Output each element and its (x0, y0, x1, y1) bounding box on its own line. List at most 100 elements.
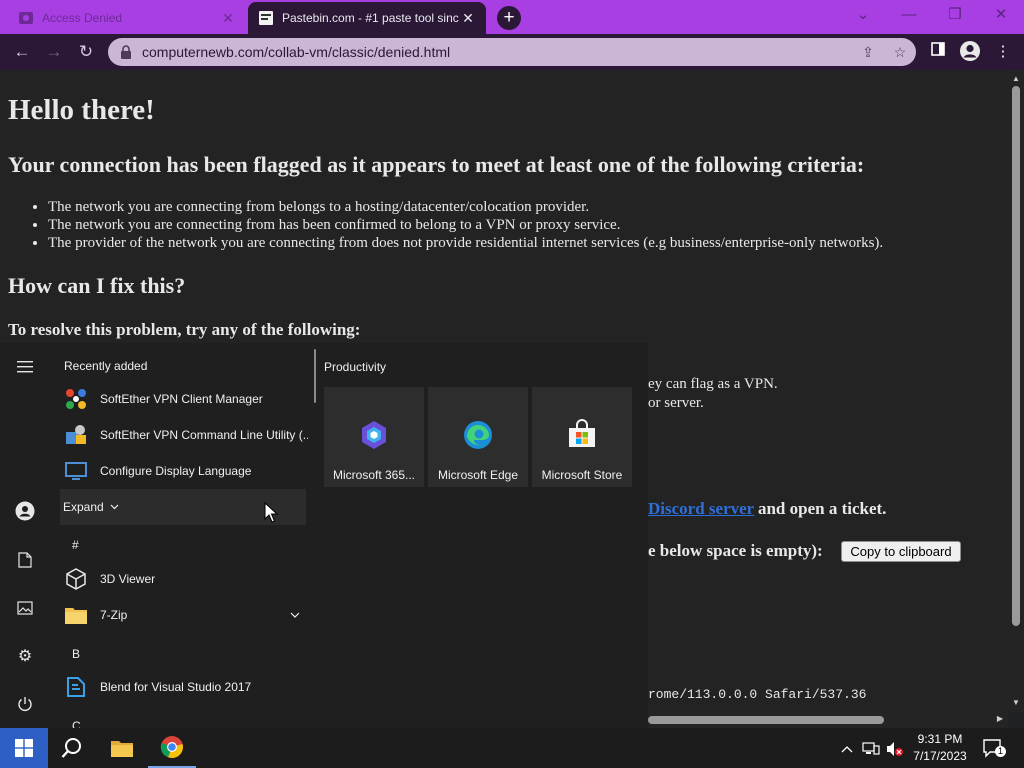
copy-to-clipboard-button[interactable]: Copy to clipboard (841, 541, 961, 562)
scroll-down-icon[interactable]: ▼ (1011, 698, 1021, 707)
tab-search-icon[interactable]: ⌄ (840, 0, 886, 32)
start-menu: ⚙ Recently added SoftEther VPN Client Ma… (0, 343, 648, 728)
tile-microsoft-365[interactable]: Microsoft 365... (324, 387, 424, 487)
app-name: 3D Viewer (100, 572, 156, 586)
minimize-button[interactable]: — (886, 0, 932, 32)
display-language-icon (64, 459, 88, 483)
user-account-icon[interactable] (13, 499, 37, 523)
microsoft-store-icon (569, 419, 595, 447)
app-list: Recently added SoftEther VPN Client Mana… (56, 343, 312, 728)
resolve-heading: To resolve this problem, try any of the … (8, 320, 361, 339)
empty-space-text: e below space is empty): (648, 541, 823, 560)
hamburger-menu-icon[interactable] (13, 355, 37, 379)
chrome-taskbar-button[interactable] (148, 728, 196, 768)
tile-label: Microsoft 365... (332, 468, 416, 482)
horizontal-scrollbar[interactable]: ▶ (648, 712, 1008, 728)
3d-viewer-icon (64, 567, 88, 591)
folder-icon (64, 603, 88, 627)
vpn-text-fragment: ey can flag as a VPN. (648, 376, 778, 392)
chevron-down-icon (110, 504, 119, 510)
file-explorer-icon (111, 741, 133, 757)
action-center-button[interactable]: 1 (982, 738, 1006, 758)
vertical-scrollbar[interactable]: ▲ ▼ (1008, 70, 1024, 712)
notification-count: 1 (995, 746, 1006, 757)
blend-icon (64, 675, 88, 699)
menu-kebab-icon[interactable]: ⋮ (991, 40, 1015, 64)
app-3d-viewer[interactable]: 3D Viewer (60, 562, 308, 596)
restore-button[interactable]: ❐ (932, 0, 978, 32)
tab-access-denied[interactable]: Access Denied ✕ (8, 2, 246, 34)
letter-header-hash[interactable]: # (72, 538, 79, 552)
share-icon[interactable]: ⇪ (852, 44, 884, 61)
system-clock[interactable]: 9:31 PM 7/17/2023 (902, 731, 978, 765)
app-name: SoftEther VPN Command Line Utility (... (100, 428, 308, 442)
tile-microsoft-store[interactable]: Microsoft Store (532, 387, 632, 487)
pastebin-favicon-icon (259, 11, 273, 25)
criteria-item: The provider of the network you are conn… (48, 234, 883, 252)
new-tab-button[interactable]: + (497, 6, 521, 30)
app-name: SoftEther VPN Client Manager (100, 392, 263, 406)
page-heading: Hello there! (8, 94, 155, 126)
file-explorer-button[interactable] (98, 728, 146, 768)
close-tab-icon[interactable]: ✕ (460, 10, 476, 27)
tab-title: Pastebin.com - #1 paste tool sinc (282, 11, 459, 25)
chrome-icon (160, 736, 183, 759)
close-tab-icon[interactable]: ✕ (220, 10, 236, 27)
criteria-item: The network you are connecting from has … (48, 216, 883, 234)
tab-strip: Access Denied ✕ Pastebin.com - #1 paste … (0, 0, 1024, 34)
criteria-item: The network you are connecting from belo… (48, 198, 883, 216)
lock-icon (121, 45, 131, 59)
vertical-scroll-thumb[interactable] (1012, 86, 1020, 626)
app-list-scrollbar[interactable] (314, 349, 316, 403)
softether-client-icon (64, 387, 88, 411)
softether-cli-icon (64, 423, 88, 447)
discord-link[interactable]: Discord server (648, 499, 754, 518)
expand-label: Expand (63, 500, 104, 514)
app-blend-visual-studio[interactable]: Blend for Visual Studio 2017 (60, 670, 308, 704)
user-agent-text: rome/113.0.0.0 Safari/537.36 (648, 687, 867, 702)
network-icon[interactable] (862, 740, 880, 758)
tab-pastebin[interactable]: Pastebin.com - #1 paste tool sinc ✕ (248, 2, 486, 34)
reload-icon[interactable]: ↻ (75, 41, 97, 63)
app-configure-display-language[interactable]: Configure Display Language (60, 454, 308, 488)
back-arrow-icon[interactable]: ← (11, 41, 33, 63)
address-bar[interactable]: computernewb.com/collab-vm/classic/denie… (108, 38, 916, 66)
horizontal-scroll-thumb[interactable] (648, 716, 884, 724)
app-name: Configure Display Language (100, 464, 252, 478)
clock-date: 7/17/2023 (913, 749, 967, 763)
recently-added-header: Recently added (64, 359, 148, 373)
mouse-cursor-icon (264, 502, 278, 523)
show-hidden-icons-chevron-icon[interactable] (838, 740, 856, 758)
productivity-header: Productivity (324, 360, 387, 374)
scroll-right-icon[interactable]: ▶ (997, 714, 1003, 723)
pictures-icon[interactable] (13, 596, 37, 620)
chevron-down-icon[interactable] (290, 612, 300, 618)
side-panel-icon[interactable] (926, 40, 950, 64)
letter-header-c[interactable]: C (72, 719, 81, 728)
close-window-button[interactable]: ✕ (978, 0, 1024, 32)
taskbar: 9:31 PM 7/17/2023 1 (0, 728, 1024, 768)
server-text-fragment: or server. (648, 395, 704, 411)
power-icon[interactable] (13, 692, 37, 716)
forward-arrow-icon[interactable]: → (43, 41, 65, 63)
tile-microsoft-edge[interactable]: Microsoft Edge (428, 387, 528, 487)
collabvm-favicon-icon (19, 12, 33, 24)
settings-gear-icon[interactable]: ⚙ (13, 644, 37, 668)
app-softether-client-manager[interactable]: SoftEther VPN Client Manager (60, 382, 308, 416)
app-softether-command-line[interactable]: SoftEther VPN Command Line Utility (... (60, 418, 308, 452)
bookmark-star-icon[interactable]: ☆ (884, 44, 916, 61)
tile-label: Microsoft Edge (437, 468, 519, 482)
profile-avatar-icon[interactable] (958, 40, 982, 64)
start-button[interactable] (0, 728, 48, 768)
letter-header-b[interactable]: B (72, 647, 80, 661)
search-button[interactable] (48, 728, 96, 768)
app-7zip-folder[interactable]: 7-Zip (60, 598, 308, 632)
start-menu-rail: ⚙ (0, 343, 50, 728)
windows-logo-icon (15, 739, 33, 757)
app-name: 7-Zip (100, 608, 128, 622)
microsoft-edge-icon (464, 421, 492, 449)
scroll-up-icon[interactable]: ▲ (1011, 74, 1021, 83)
documents-icon[interactable] (13, 548, 37, 572)
tile-label: Microsoft Store (541, 468, 623, 482)
tab-title: Access Denied (42, 11, 123, 25)
